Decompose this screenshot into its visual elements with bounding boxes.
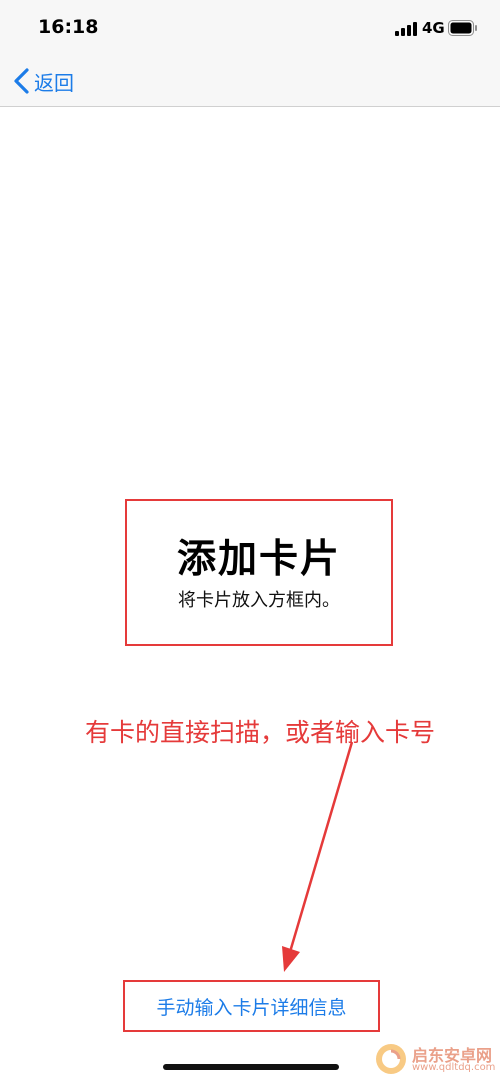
- card-prompt-frame: 添加卡片 将卡片放入方框内。: [125, 499, 393, 646]
- back-button[interactable]: 返回: [12, 64, 74, 98]
- status-bar: 16:18 4G: [0, 0, 500, 56]
- chevron-left-icon: [14, 68, 29, 94]
- signal-icon: [395, 22, 417, 36]
- navigation-bar: 返回: [0, 56, 500, 107]
- page-title: 添加卡片: [176, 537, 341, 582]
- back-label: 返回: [34, 70, 74, 95]
- annotation-text: 有卡的直接扫描，或者输入卡号: [85, 718, 436, 747]
- status-time: 16:18: [38, 16, 99, 38]
- battery-icon: [448, 20, 477, 36]
- home-indicator[interactable]: [163, 1064, 339, 1070]
- page-subtitle: 将卡片放入方框内。: [178, 590, 340, 611]
- watermark: 启东安卓网 www.qdltdq.com: [374, 1040, 498, 1080]
- watermark-logo-icon: [376, 1044, 406, 1074]
- network-label: 4G: [422, 19, 445, 37]
- watermark-url: www.qdltdq.com: [412, 1062, 496, 1073]
- manual-entry-link[interactable]: 手动输入卡片详细信息: [125, 982, 378, 1030]
- manual-entry-frame: 手动输入卡片详细信息: [123, 980, 380, 1032]
- annotation-arrow: [282, 741, 354, 972]
